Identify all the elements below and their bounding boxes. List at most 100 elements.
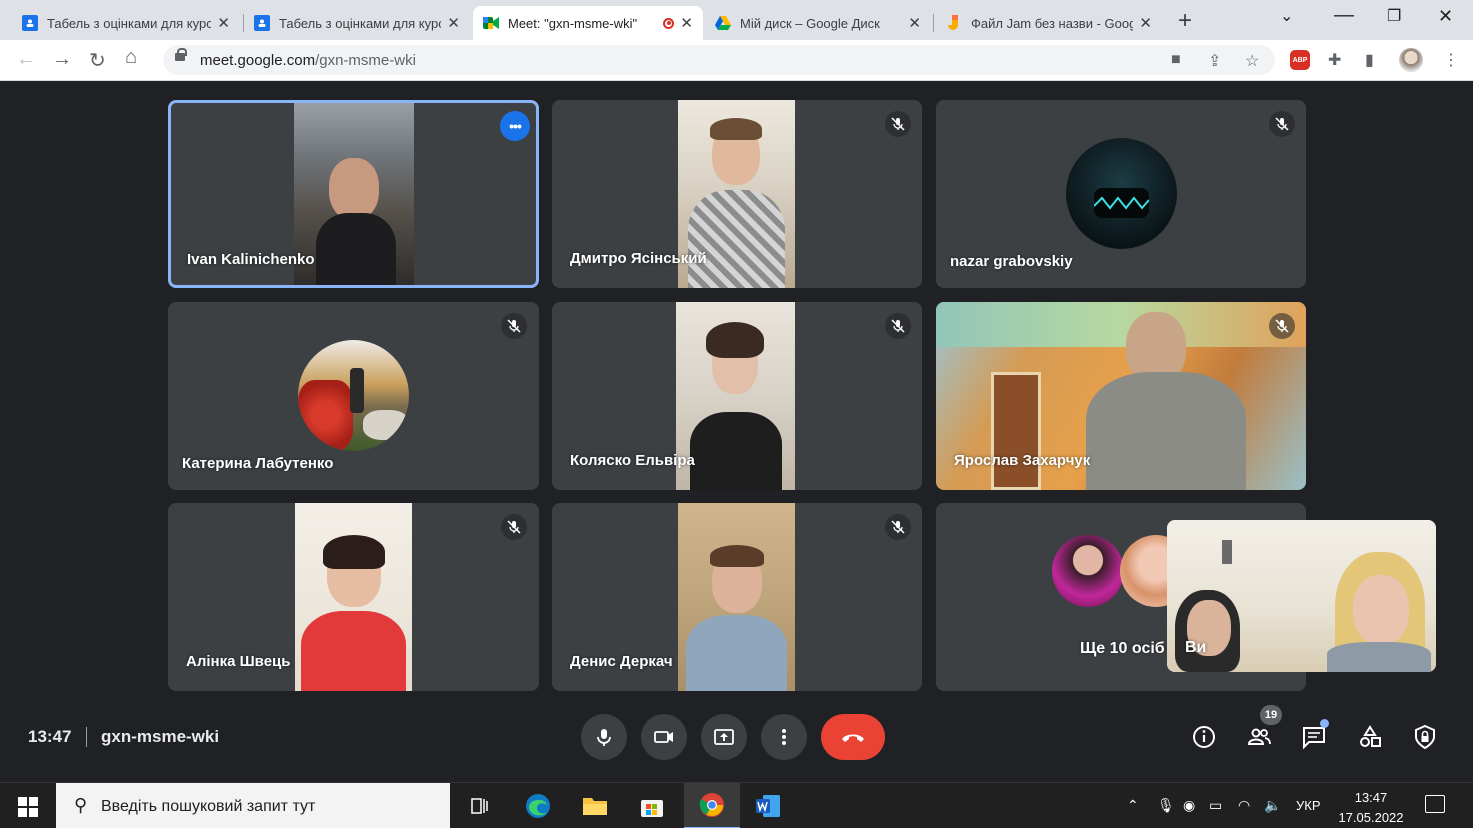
camera-in-use-icon[interactable]: ■	[1171, 51, 1181, 69]
participant-tile[interactable]: Дмитро Ясінський	[552, 100, 922, 288]
tray-overflow-chevron-icon[interactable]: ⌃	[1127, 797, 1139, 814]
tab-jamboard[interactable]: Файл Jam без назви - Google Jamboard ✕	[936, 6, 1162, 40]
participant-tile[interactable]: nazar grabovskiy	[936, 100, 1306, 288]
participant-avatar	[1066, 138, 1177, 249]
tab-search-chevron-icon[interactable]: ⌄	[1280, 6, 1293, 26]
taskbar-microsoft-store[interactable]	[624, 783, 680, 828]
self-label: Ви	[1185, 639, 1207, 656]
back-button[interactable]: ←	[16, 48, 36, 71]
lock-icon[interactable]	[175, 48, 187, 61]
participant-tile[interactable]: Ярослав Захарчук	[936, 302, 1306, 490]
bookmark-star-icon[interactable]: ☆	[1245, 51, 1259, 71]
tab-title: Meet: "gxn-msme-wki"	[508, 15, 638, 31]
url-text[interactable]: meet.google.com/gxn-msme-wki	[200, 52, 416, 69]
video-camera-icon	[654, 731, 673, 743]
people-icon	[1247, 728, 1271, 745]
tab-title: Мій диск – Google Диск	[740, 15, 880, 31]
taskbar-microsoft-word[interactable]	[740, 783, 796, 828]
share-icon[interactable]: ⇪	[1208, 51, 1221, 71]
more-options-button[interactable]	[761, 714, 807, 760]
tab-google-meet[interactable]: Meet: "gxn-msme-wki" ✕	[473, 6, 703, 40]
tray-volume-icon[interactable]: 🔈	[1264, 797, 1281, 814]
people-count-badge: 19	[1260, 705, 1282, 725]
participant-video	[678, 503, 795, 691]
google-chrome-icon	[699, 793, 724, 817]
extensions-puzzle-icon[interactable]: ✚	[1328, 50, 1341, 70]
microphone-icon	[597, 729, 611, 746]
forward-button[interactable]: →	[52, 48, 72, 71]
close-tab-icon[interactable]: ✕	[1139, 14, 1152, 32]
others-count-label: Ще 10 осіб	[1080, 640, 1165, 657]
participant-name: Ярослав Захарчук	[954, 452, 1091, 469]
camera-button[interactable]	[641, 714, 687, 760]
tray-language-indicator[interactable]: УКР	[1296, 798, 1321, 813]
tray-clock[interactable]: 13:47 17.05.2022	[1336, 788, 1406, 828]
tray-microphone-icon[interactable]: 🎙	[1157, 797, 1175, 814]
close-tab-icon[interactable]: ✕	[908, 14, 921, 32]
browser-toolbar: ← → ↻ ⌂ meet.google.com/gxn-msme-wki ■ ⇪…	[0, 40, 1473, 81]
participant-tile[interactable]: Ivan Kalinichenko •••	[168, 100, 539, 288]
participant-name: Катерина Лабутенко	[182, 455, 334, 472]
close-tab-icon[interactable]: ✕	[447, 14, 460, 32]
leave-call-button[interactable]	[821, 714, 885, 760]
people-button[interactable]	[1244, 722, 1274, 752]
taskbar-edge[interactable]	[510, 783, 566, 828]
profile-avatar[interactable]	[1399, 48, 1423, 72]
present-screen-button[interactable]	[701, 714, 747, 760]
muted-mic-icon	[1269, 111, 1295, 137]
jamboard-icon	[946, 15, 962, 31]
task-view-button[interactable]	[452, 783, 508, 828]
side-panel-icon[interactable]: ▮	[1365, 50, 1374, 70]
microsoft-word-icon	[756, 795, 780, 817]
browser-menu-icon[interactable]: ⋮	[1443, 50, 1459, 70]
tray-time: 13:47	[1354, 790, 1388, 805]
folder-icon	[583, 798, 607, 815]
participant-name: Алінка Швець	[186, 653, 291, 670]
tray-battery-icon[interactable]: ▭	[1209, 797, 1222, 814]
activities-shapes-icon	[1360, 725, 1381, 747]
more-options-icon[interactable]: •••	[500, 111, 530, 141]
self-view[interactable]: Ви	[1167, 520, 1436, 672]
host-controls-button[interactable]	[1410, 722, 1440, 752]
taskbar-google-chrome[interactable]	[684, 783, 740, 828]
search-icon: ⚲	[74, 795, 88, 815]
shield-lock-icon	[1415, 724, 1435, 750]
self-face-right	[1353, 575, 1409, 645]
present-screen-icon	[714, 729, 734, 745]
meeting-details-button[interactable]	[1189, 722, 1219, 752]
tab-classroom-gradebook-2[interactable]: Табель з оцінками для курсу ✕	[244, 6, 470, 40]
room-door	[991, 372, 1041, 490]
participant-tile[interactable]: Коляско Ельвіра	[552, 302, 922, 490]
muted-mic-icon	[885, 313, 911, 339]
activities-button[interactable]	[1355, 722, 1385, 752]
participant-tile[interactable]: Катерина Лабутенко	[168, 302, 539, 490]
tab-classroom-gradebook-1[interactable]: Табель з оцінками для курсу ✕	[12, 6, 240, 40]
address-bar[interactable]: meet.google.com/gxn-msme-wki ■ ⇪ ☆	[163, 45, 1275, 75]
minimize-button[interactable]: —	[1334, 4, 1354, 27]
close-tab-icon[interactable]: ✕	[680, 14, 693, 32]
reload-button[interactable]: ↻	[89, 48, 106, 73]
muted-mic-icon	[1269, 313, 1295, 339]
taskbar-search-placeholder: Введіть пошуковий запит тут	[101, 798, 316, 815]
participant-tile[interactable]: Алінка Швець	[168, 503, 539, 691]
tab-google-drive[interactable]: Мій диск – Google Диск ✕	[705, 6, 931, 40]
tray-wifi-icon[interactable]: ◠	[1238, 797, 1250, 814]
windows-start-button[interactable]	[18, 797, 38, 817]
participant-tile[interactable]: Денис Деркач	[552, 503, 922, 691]
participant-body	[1086, 372, 1246, 490]
participant-name: Ivan Kalinichenko	[187, 251, 315, 268]
taskbar-file-explorer[interactable]	[567, 783, 623, 828]
new-tab-button[interactable]: +	[1178, 7, 1192, 35]
home-button[interactable]: ⌂	[125, 46, 137, 69]
taskbar-search-box[interactable]: ⚲ Введіть пошуковий запит тут	[56, 783, 450, 828]
restore-button[interactable]: ❐	[1387, 6, 1401, 26]
notifications-icon[interactable]	[1425, 795, 1445, 813]
close-tab-icon[interactable]: ✕	[217, 14, 230, 32]
room-wall	[936, 302, 1306, 347]
adblock-plus-icon[interactable]: ABP	[1290, 50, 1310, 70]
close-window-button[interactable]: ✕	[1438, 6, 1453, 27]
windows-logo-icon	[18, 797, 27, 806]
windows-taskbar: ⚲ Введіть пошуковий запит тут ⌃ 🎙 ◉ ▭ ◠ …	[0, 782, 1473, 828]
tray-camera-icon[interactable]: ◉	[1183, 797, 1195, 814]
microphone-button[interactable]	[581, 714, 627, 760]
